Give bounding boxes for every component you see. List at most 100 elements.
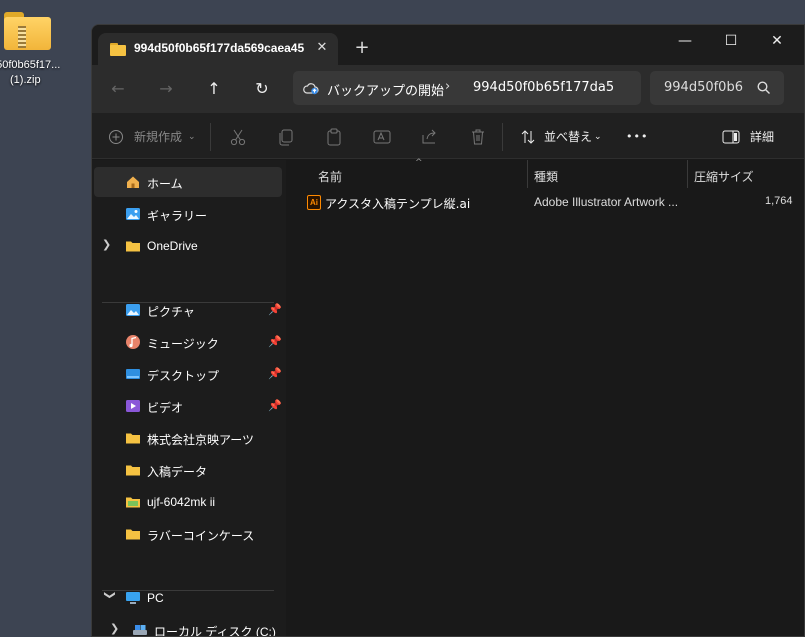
sidebar-item-label: ピクチャ (147, 305, 195, 319)
chevron-down-icon: ⌄ (188, 132, 196, 142)
music-icon (126, 335, 140, 349)
sidebar-item-home[interactable]: ホーム (94, 167, 282, 197)
delete-icon[interactable] (468, 127, 488, 147)
plus-circle-icon (109, 130, 123, 144)
new-button[interactable]: 新規作成 ⌄ (108, 125, 198, 149)
details-pane-button[interactable]: 詳細 (722, 125, 782, 149)
desktop-zip-file[interactable]: d50f0b65f17... (1).zip (0, 6, 60, 96)
chevron-right-icon[interactable]: ❯ (102, 238, 114, 251)
paste-icon[interactable] (324, 127, 344, 147)
sidebar-item-label: ujf-6042mk ii (147, 495, 216, 509)
file-list-pane: ^ 名前 種類 圧縮サイズ Ai アクスタ入稿テンプレ縦.ai Adobe Il… (287, 158, 804, 636)
desktop-zip-label-line1: d50f0b65f17... (0, 59, 61, 71)
breadcrumb-current[interactable]: 994d50f0b65f177da569 (473, 80, 613, 95)
column-header-name[interactable]: 名前 (318, 168, 342, 185)
refresh-button[interactable]: ↻ (250, 77, 274, 101)
file-type: Adobe Illustrator Artwork ... (534, 195, 679, 209)
forward-button[interactable]: → (154, 77, 178, 101)
pin-icon[interactable]: 📌 (268, 303, 282, 316)
cut-icon[interactable] (228, 127, 248, 147)
sidebar-item-label: 株式会社京映アーツ (147, 433, 255, 447)
sidebar-item-pc[interactable]: ❯ PC (94, 583, 282, 613)
breadcrumb-separator-icon[interactable]: › (445, 79, 450, 94)
toolbar-divider (502, 123, 503, 151)
maximize-button[interactable]: ☐ (708, 27, 754, 55)
pictures-icon (126, 304, 140, 316)
tab-close-button[interactable]: ✕ (312, 38, 332, 58)
videos-icon (126, 400, 140, 412)
sidebar-item-videos[interactable]: ビデオ 📌 (94, 391, 282, 421)
file-name: アクスタ入稿テンプレ縦.ai (325, 197, 471, 211)
sidebar-item-folder[interactable]: 入稿データ (94, 455, 282, 485)
sidebar-item-label: ローカル ディスク (C:) (154, 625, 276, 637)
column-divider[interactable] (527, 160, 528, 188)
sidebar-item-folder[interactable]: ujf-6042mk ii (94, 487, 282, 517)
file-explorer-window: 994d50f0b65f177da569caea45 ✕ + — ☐ ✕ ← →… (91, 24, 805, 637)
title-bar: 994d50f0b65f177da569caea45 ✕ + — ☐ ✕ (92, 25, 804, 65)
search-icon[interactable] (756, 80, 772, 96)
drive-icon (133, 625, 147, 635)
column-divider[interactable] (687, 160, 688, 188)
up-button[interactable]: ↑ (202, 77, 226, 101)
sidebar-item-pictures[interactable]: ピクチャ 📌 (94, 295, 282, 325)
address-bar[interactable]: バックアップの開始 › 994d50f0b65f177da569 (293, 71, 641, 105)
gallery-icon (126, 208, 140, 220)
sidebar-item-label: 入稿データ (147, 465, 208, 479)
close-window-button[interactable]: ✕ (754, 27, 800, 55)
tab-title: 994d50f0b65f177da569caea45 (134, 41, 304, 55)
sidebar-item-desktop[interactable]: デスクトップ 📌 (94, 359, 282, 389)
desktop-zip-label: d50f0b65f17... (1).zip (0, 58, 80, 88)
details-pane-icon (722, 130, 740, 144)
desktop-zip-label-line2: (1).zip (10, 74, 41, 86)
sidebar-item-label: ビデオ (147, 401, 184, 415)
sidebar-item-folder[interactable]: ラバーコインケース (94, 519, 282, 549)
chevron-down-icon[interactable]: ❯ (104, 591, 117, 603)
sidebar-item-label: ラバーコインケース (147, 529, 255, 543)
search-input[interactable]: 994d50f0b6 (664, 80, 752, 95)
sort-button-label: 並べ替え (544, 130, 593, 144)
sidebar-item-folder[interactable]: 株式会社京映アーツ (94, 423, 282, 453)
minimize-button[interactable]: — (662, 27, 708, 55)
sort-button[interactable]: 並べ替え ⌄ (520, 125, 610, 149)
copy-icon[interactable] (276, 127, 296, 147)
pin-icon[interactable]: 📌 (268, 367, 282, 380)
pin-icon[interactable]: 📌 (268, 399, 282, 412)
navigation-pane: ホーム ギャラリー ❯ OneDrive ピクチャ 📌 ミュージック 📌 デスク… (92, 160, 286, 637)
folder-icon (110, 43, 126, 56)
pin-icon[interactable]: 📌 (268, 335, 282, 348)
folder-icon (126, 497, 140, 508)
search-box[interactable]: 994d50f0b6 (650, 71, 784, 105)
home-icon (127, 176, 139, 188)
sidebar-item-music[interactable]: ミュージック 📌 (94, 327, 282, 357)
file-row[interactable]: Ai アクスタ入稿テンプレ縦.ai Adobe Illustrator Artw… (287, 192, 804, 214)
chevron-down-icon: ⌄ (594, 132, 602, 142)
command-bar: 新規作成 ⌄ 並べ替え ⌄ ••• 詳細 (92, 113, 804, 159)
chevron-right-icon[interactable]: ❯ (110, 622, 122, 635)
file-compressed-size: 1,764 (765, 195, 793, 207)
more-options-button[interactable]: ••• (626, 125, 648, 149)
column-header-type[interactable]: 種類 (534, 168, 558, 185)
navigation-bar: ← → ↑ ↻ バックアップの開始 › 994d50f0b65f177da569… (92, 65, 804, 113)
new-button-label: 新規作成 (134, 130, 183, 144)
sidebar-item-label: ギャラリー (147, 209, 208, 223)
back-button[interactable]: ← (106, 77, 130, 101)
folder-icon (126, 241, 140, 252)
sidebar-item-gallery[interactable]: ギャラリー (94, 199, 282, 229)
sidebar-item-local-disk[interactable]: ❯ ローカル ディスク (C:) (94, 615, 282, 637)
sidebar-item-onedrive[interactable]: ❯ OneDrive (94, 231, 282, 261)
new-tab-button[interactable]: + (350, 37, 374, 61)
share-icon[interactable] (420, 127, 440, 147)
folder-icon (126, 529, 140, 540)
rename-icon[interactable] (372, 127, 392, 147)
desktop-icon (126, 369, 140, 379)
details-pane-label: 詳細 (750, 130, 775, 144)
sidebar-item-label: OneDrive (147, 239, 198, 253)
zip-folder-icon (4, 12, 51, 50)
tab-active[interactable]: 994d50f0b65f177da569caea45 ✕ (98, 33, 338, 65)
pc-icon (126, 592, 140, 604)
column-header-compressed-size[interactable]: 圧縮サイズ (694, 168, 754, 185)
cloud-backup-icon (303, 83, 319, 95)
illustrator-file-icon: Ai (307, 195, 321, 210)
sidebar-item-label: PC (147, 591, 164, 605)
breadcrumb-root[interactable]: バックアップの開始 (327, 80, 444, 99)
